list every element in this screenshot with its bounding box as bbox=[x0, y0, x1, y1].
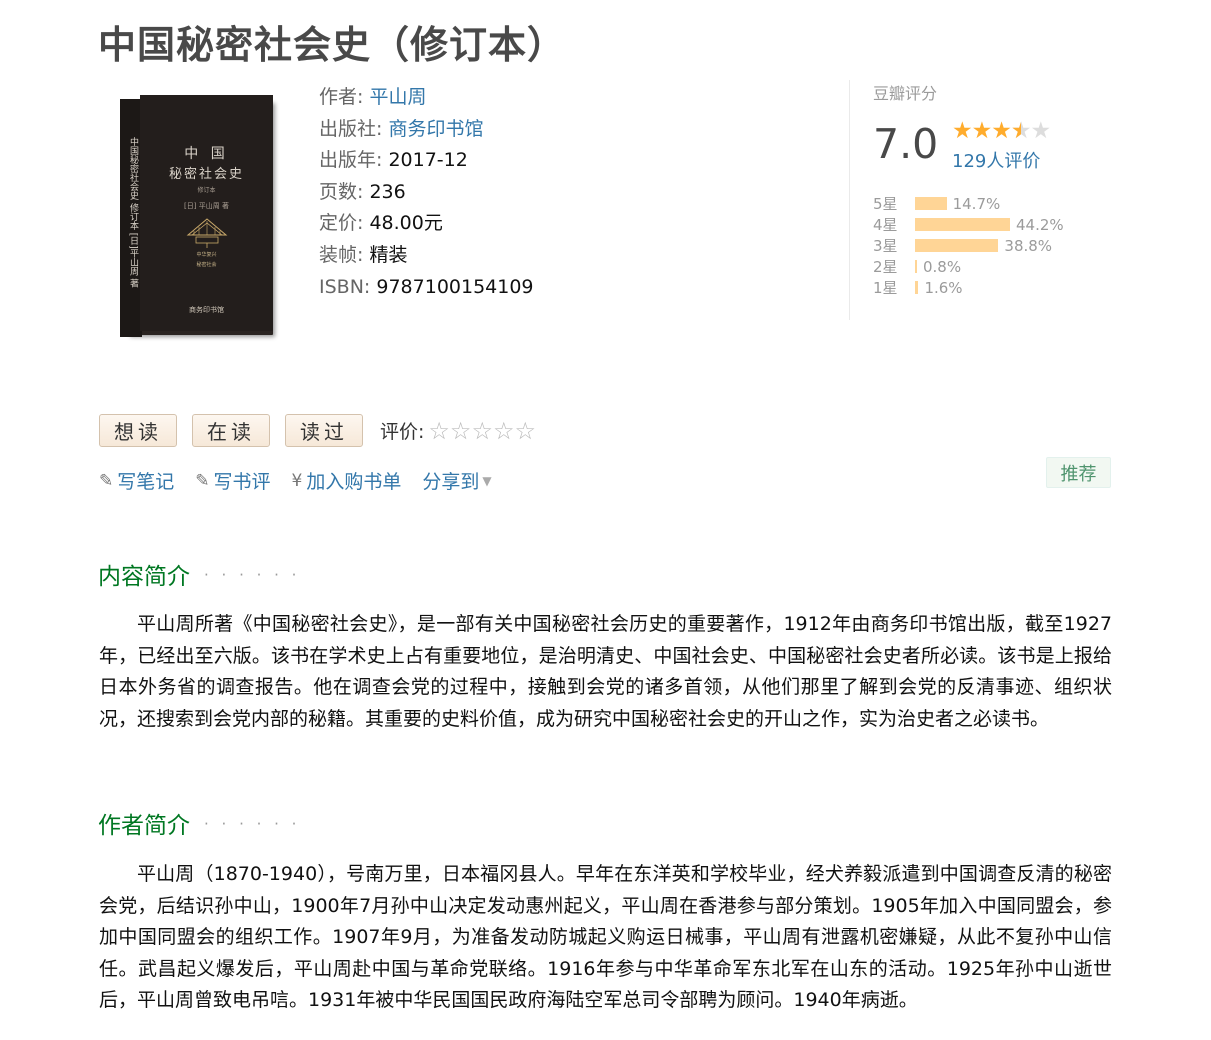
cover-publisher: 商务印书馆 bbox=[189, 306, 224, 314]
dist-label: 3星 bbox=[873, 237, 898, 255]
pubyear-value: 2017-12 bbox=[388, 149, 468, 172]
pubyear-label: 出版年: bbox=[319, 149, 383, 172]
star-full-icon: ★ bbox=[971, 118, 993, 144]
star-half-icon: ★★ bbox=[1010, 118, 1032, 144]
reading-button[interactable]: 在读 bbox=[192, 414, 270, 447]
have-read-button[interactable]: 读过 bbox=[285, 414, 363, 447]
dist-percent: 14.7% bbox=[952, 194, 1001, 213]
info-isbn-row: ISBN: 9787100154109 bbox=[319, 272, 534, 304]
cover-title-line1: 中 国 bbox=[184, 146, 229, 162]
dist-bar bbox=[915, 260, 917, 273]
dist-label: 4星 bbox=[873, 216, 898, 234]
dist-bar bbox=[915, 281, 919, 294]
content-intro-dots: · · · · · · bbox=[204, 566, 301, 584]
dist-label: 1星 bbox=[873, 279, 898, 297]
rating-stars: ★★★★★★ bbox=[952, 118, 1052, 144]
cover-emblem-icon bbox=[186, 218, 228, 248]
content-intro-title: 内容简介 bbox=[98, 564, 190, 590]
rating-label: 豆瓣评分 bbox=[873, 84, 938, 103]
info-price-row: 定价: 48.00元 bbox=[319, 208, 534, 240]
dist-bar bbox=[915, 218, 1011, 231]
dist-bar bbox=[915, 197, 947, 210]
dist-percent: 44.2% bbox=[1016, 215, 1064, 234]
want-to-read-button[interactable]: 想读 bbox=[99, 414, 177, 447]
dist-label: 2星 bbox=[873, 258, 898, 276]
pages-label: 页数: bbox=[319, 180, 364, 203]
cover-tag1: 中华复兴 bbox=[196, 252, 217, 258]
cover-title-line2: 秘密社会史 bbox=[168, 167, 244, 182]
dist-row-5: 5星 14.7% bbox=[873, 193, 1064, 214]
share-dropdown[interactable]: 分享到 ▼ bbox=[422, 467, 491, 494]
author-intro-dots: · · · · · · bbox=[204, 815, 301, 833]
pencil-icon: ✎ bbox=[99, 470, 114, 491]
write-note-label: 写笔记 bbox=[117, 471, 175, 493]
info-pages-row: 页数: 236 bbox=[319, 177, 534, 209]
rate-stars-input[interactable]: ☆☆☆☆☆ bbox=[428, 417, 536, 445]
dist-row-4: 4星 44.2% bbox=[873, 214, 1064, 235]
isbn-value: 9787100154109 bbox=[376, 275, 534, 298]
share-label: 分享到 bbox=[422, 471, 480, 493]
rating-distribution: 5星 14.7% 4星 44.2% 3星 38.8% 2星 0.8% 1星 1.… bbox=[873, 193, 1064, 298]
author-intro-heading: 作者简介 · · · · · · bbox=[98, 806, 300, 840]
write-review-link[interactable]: ✎ 写书评 bbox=[195, 467, 270, 494]
dist-row-2: 2星 0.8% bbox=[873, 256, 1064, 277]
write-note-link[interactable]: ✎ 写笔记 bbox=[99, 467, 174, 494]
cover-edition: 修订本 bbox=[197, 187, 216, 194]
dist-percent: 0.8% bbox=[923, 257, 962, 276]
reading-actions: 想读 在读 读过 评价: ☆☆☆☆☆ bbox=[99, 414, 536, 447]
price-value: 48.00元 bbox=[369, 212, 443, 235]
dist-row-1: 1星 1.6% bbox=[873, 277, 1064, 298]
price-label: 定价: bbox=[319, 212, 364, 235]
author-intro-title: 作者简介 bbox=[98, 813, 190, 839]
pages-value: 236 bbox=[369, 180, 406, 203]
content-intro-heading: 内容简介 · · · · · · bbox=[98, 557, 300, 591]
author-label: 作者: bbox=[319, 86, 364, 108]
cover-tag2: 秘密社会 bbox=[196, 262, 217, 268]
sub-actions: ✎ 写笔记 ✎ 写书评 ¥ 加入购书单 分享到 ▼ bbox=[99, 467, 513, 494]
author-link[interactable]: 平山周 bbox=[369, 86, 426, 108]
book-cover-image[interactable]: 中国秘密社会史 修订本 [日]平山周 著 中 国 秘密社会史 修订本 [日] 平… bbox=[120, 95, 273, 337]
cover-front: 中 国 秘密社会史 修订本 [日] 平山周 著 中华复兴 秘密社会 商务印书馆 bbox=[140, 95, 273, 331]
binding-label: 装帧: bbox=[319, 243, 364, 266]
pencil-icon: ✎ bbox=[195, 470, 210, 491]
yen-icon: ¥ bbox=[291, 470, 303, 491]
page-title: 中国秘密社会史（修订本） bbox=[98, 23, 567, 67]
dist-percent: 38.8% bbox=[1004, 236, 1053, 255]
cover-author: [日] 平山周 著 bbox=[184, 202, 229, 210]
cover-spine: 中国秘密社会史 修订本 [日]平山周 著 bbox=[120, 99, 142, 337]
rating-panel: 豆瓣评分 7.0 ★★★★★★ 129人评价 5星 14.7% 4星 44.2%… bbox=[849, 80, 1119, 320]
publisher-label: 出版社: bbox=[319, 117, 383, 140]
content-intro-text: 平山周所著《中国秘密社会史》，是一部有关中国秘密社会历史的重要著作，1912年由… bbox=[99, 613, 1112, 730]
dist-percent: 1.6% bbox=[924, 278, 963, 297]
rating-count-link[interactable]: 129人评价 bbox=[952, 147, 1040, 173]
author-intro-text: 平山周（1870-1940），号南万里，日本福冈县人。早年在东洋英和学校毕业，经… bbox=[99, 863, 1112, 1012]
dist-row-3: 3星 38.8% bbox=[873, 235, 1064, 256]
add-to-booklist-label: 加入购书单 bbox=[306, 471, 402, 493]
chevron-down-icon: ▼ bbox=[482, 473, 492, 488]
star-empty-icon: ★ bbox=[1030, 118, 1052, 144]
star-full-icon: ★ bbox=[991, 118, 1012, 144]
info-binding-row: 装帧: 精装 bbox=[319, 240, 534, 272]
book-info: 作者: 平山周 出版社: 商务印书馆 出版年: 2017-12 页数: 236 … bbox=[319, 82, 534, 303]
cover-spine-text: 中国秘密社会史 修订本 [日]平山周 著 bbox=[128, 137, 138, 288]
star-full-icon: ★ bbox=[952, 118, 973, 144]
isbn-label: ISBN: bbox=[319, 275, 371, 298]
recommend-button[interactable]: 推荐 bbox=[1046, 457, 1111, 488]
dist-bar bbox=[915, 239, 999, 252]
binding-value: 精装 bbox=[369, 243, 408, 266]
rating-score: 7.0 bbox=[873, 120, 939, 168]
rate-label: 评价: bbox=[380, 421, 425, 443]
add-to-booklist-link[interactable]: ¥ 加入购书单 bbox=[292, 467, 402, 494]
info-author-row: 作者: 平山周 bbox=[319, 82, 534, 114]
info-publisher-row: 出版社: 商务印书馆 bbox=[319, 114, 534, 146]
dist-label: 5星 bbox=[873, 195, 898, 213]
info-pubyear-row: 出版年: 2017-12 bbox=[319, 145, 534, 177]
write-review-label: 写书评 bbox=[213, 471, 271, 493]
publisher-link[interactable]: 商务印书馆 bbox=[388, 118, 483, 140]
